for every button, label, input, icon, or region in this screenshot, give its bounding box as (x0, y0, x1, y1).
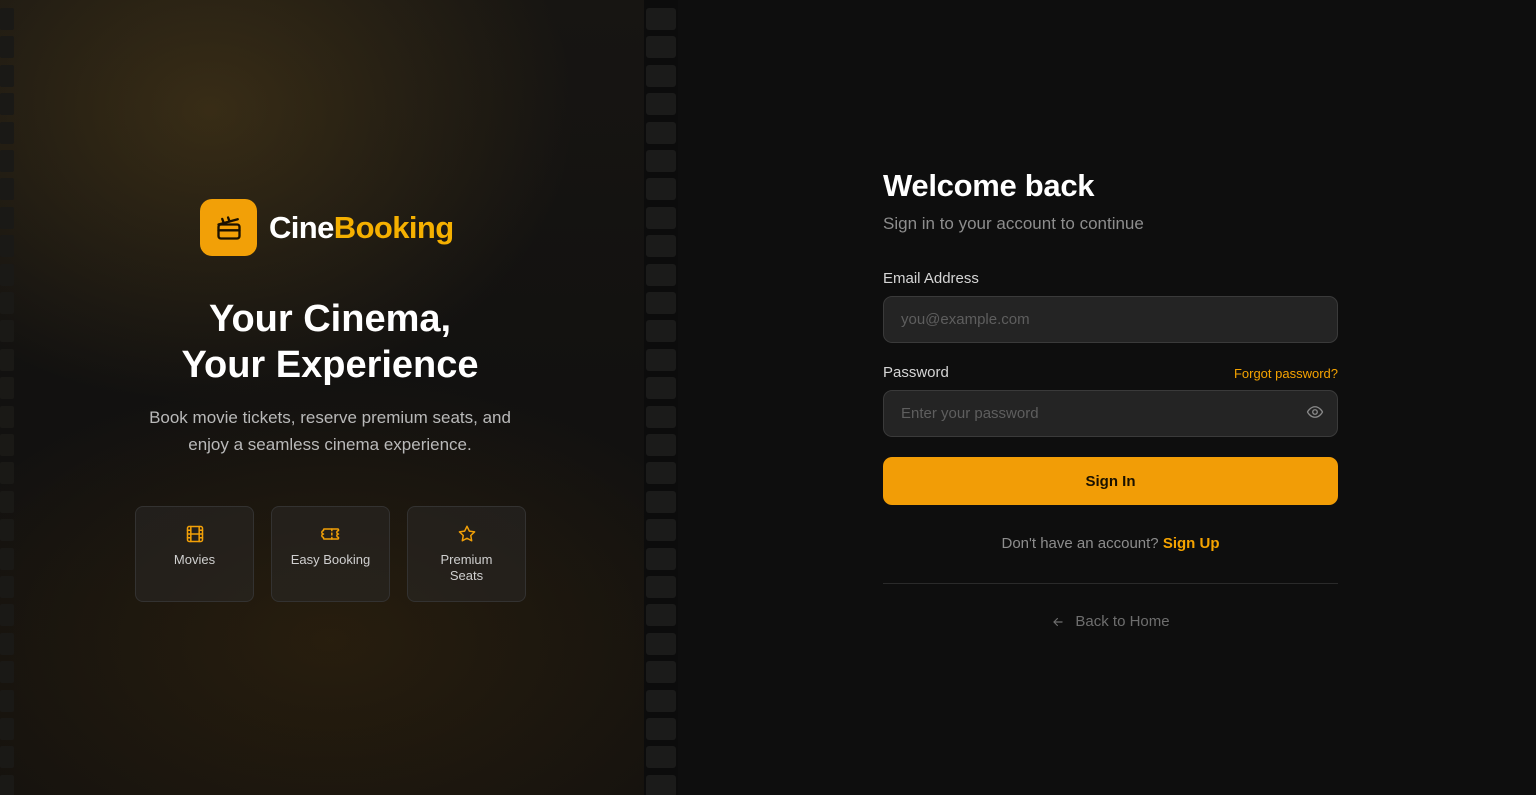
star-icon (458, 525, 475, 542)
back-to-home-label: Back to Home (1075, 613, 1170, 630)
film-perforation (0, 93, 14, 116)
feature-card-premium-seats: Premium Seats (407, 506, 526, 602)
film-perforation (646, 519, 676, 542)
film-perforation (646, 64, 676, 87)
film-perforation (646, 718, 676, 740)
email-label: Email Address (883, 270, 979, 287)
film-perforation (0, 718, 14, 740)
film-perforation (0, 604, 14, 627)
hero-panel: CineBooking Your Cinema, Your Experience… (0, 0, 678, 795)
film-perforation (646, 93, 676, 116)
film-strip-right (644, 0, 678, 795)
film-perforation (0, 150, 14, 172)
film-perforation (646, 121, 676, 144)
hero-title-line2: Your Experience (181, 344, 479, 386)
film-perforation (0, 36, 14, 59)
brand-name-part1: Cine (269, 209, 334, 245)
arrow-left-icon (1053, 617, 1064, 626)
film-perforation (646, 348, 676, 371)
film-perforation (0, 462, 14, 485)
film-perforation (0, 263, 14, 286)
feature-label: Premium Seats (440, 552, 493, 583)
film-perforation (646, 661, 676, 684)
hero-subtitle-line1: Book movie tickets, reserve premium seat… (149, 408, 511, 427)
film-perforation (646, 689, 676, 712)
hero-title-line1: Your Cinema, (208, 298, 452, 340)
film-perforation (646, 292, 676, 314)
film-perforation (646, 178, 676, 201)
feature-label: Movies (173, 552, 216, 567)
film-perforation (646, 405, 676, 428)
back-to-home-link[interactable]: Back to Home (883, 613, 1338, 630)
form-title: Welcome back (883, 168, 1095, 203)
film-perforation (0, 490, 14, 513)
film-perforation (646, 576, 676, 598)
film-perforation (0, 206, 14, 229)
film-perforation (0, 774, 14, 795)
film-perforation (0, 235, 14, 258)
film-perforation (646, 235, 676, 258)
film-perforation (0, 434, 14, 456)
eye-icon[interactable] (1306, 403, 1324, 421)
film-perforation (646, 632, 676, 655)
film-icon (186, 525, 203, 543)
password-label: Password (883, 364, 949, 381)
signup-prompt: Don't have an account? Sign Up (883, 535, 1338, 552)
feature-card-movies: Movies (135, 506, 254, 602)
film-perforation (646, 604, 676, 627)
brand: CineBooking (200, 199, 454, 256)
film-perforation (646, 36, 676, 59)
film-perforation (0, 689, 14, 712)
password-field[interactable] (883, 390, 1338, 437)
film-perforation (0, 519, 14, 542)
film-perforation (0, 348, 14, 371)
sign-up-link[interactable]: Sign Up (1163, 535, 1220, 552)
divider (883, 583, 1338, 584)
ticket-icon (320, 528, 339, 540)
signup-prompt-text: Don't have an account? (1001, 535, 1159, 552)
brand-name-part2: Booking (333, 209, 454, 245)
hero-title: Your Cinema, Your Experience (90, 296, 570, 388)
film-perforation (0, 576, 14, 598)
feature-cards: Movies Easy Booking Premium Seats (135, 506, 543, 602)
sign-in-button[interactable]: Sign In (883, 457, 1338, 505)
film-perforation (646, 746, 676, 769)
film-perforation (646, 320, 676, 343)
film-perforation (0, 292, 14, 314)
film-perforation (646, 377, 676, 400)
film-perforation (0, 121, 14, 144)
film-perforation (646, 8, 676, 30)
film-perforation (0, 746, 14, 769)
film-perforation (0, 405, 14, 428)
film-perforation (646, 547, 676, 570)
film-perforation (0, 632, 14, 655)
film-perforation (0, 547, 14, 570)
film-perforation (646, 206, 676, 229)
film-perforation (646, 490, 676, 513)
film-perforation (646, 462, 676, 485)
film-perforation (0, 8, 14, 30)
feature-card-easy-booking: Easy Booking (271, 506, 390, 602)
film-perforation (646, 774, 676, 795)
film-strip-left (0, 0, 16, 795)
brand-name: CineBooking (269, 210, 454, 246)
form-subtitle: Sign in to your account to continue (883, 214, 1144, 233)
film-perforation (0, 178, 14, 201)
film-perforation (646, 263, 676, 286)
film-perforation (0, 661, 14, 684)
clapperboard-icon (200, 199, 257, 256)
feature-label: Easy Booking (290, 552, 371, 567)
login-panel: Welcome back Sign in to your account to … (678, 0, 1536, 795)
film-perforation (0, 64, 14, 87)
film-perforation (646, 150, 676, 172)
hero-subtitle: Book movie tickets, reserve premium seat… (90, 404, 570, 458)
hero-subtitle-line2: enjoy a seamless cinema experience. (188, 435, 472, 454)
film-perforation (0, 320, 14, 343)
forgot-password-link[interactable]: Forgot password? (1234, 366, 1338, 381)
email-field[interactable] (883, 296, 1338, 343)
film-perforation (646, 434, 676, 456)
film-perforation (0, 377, 14, 400)
